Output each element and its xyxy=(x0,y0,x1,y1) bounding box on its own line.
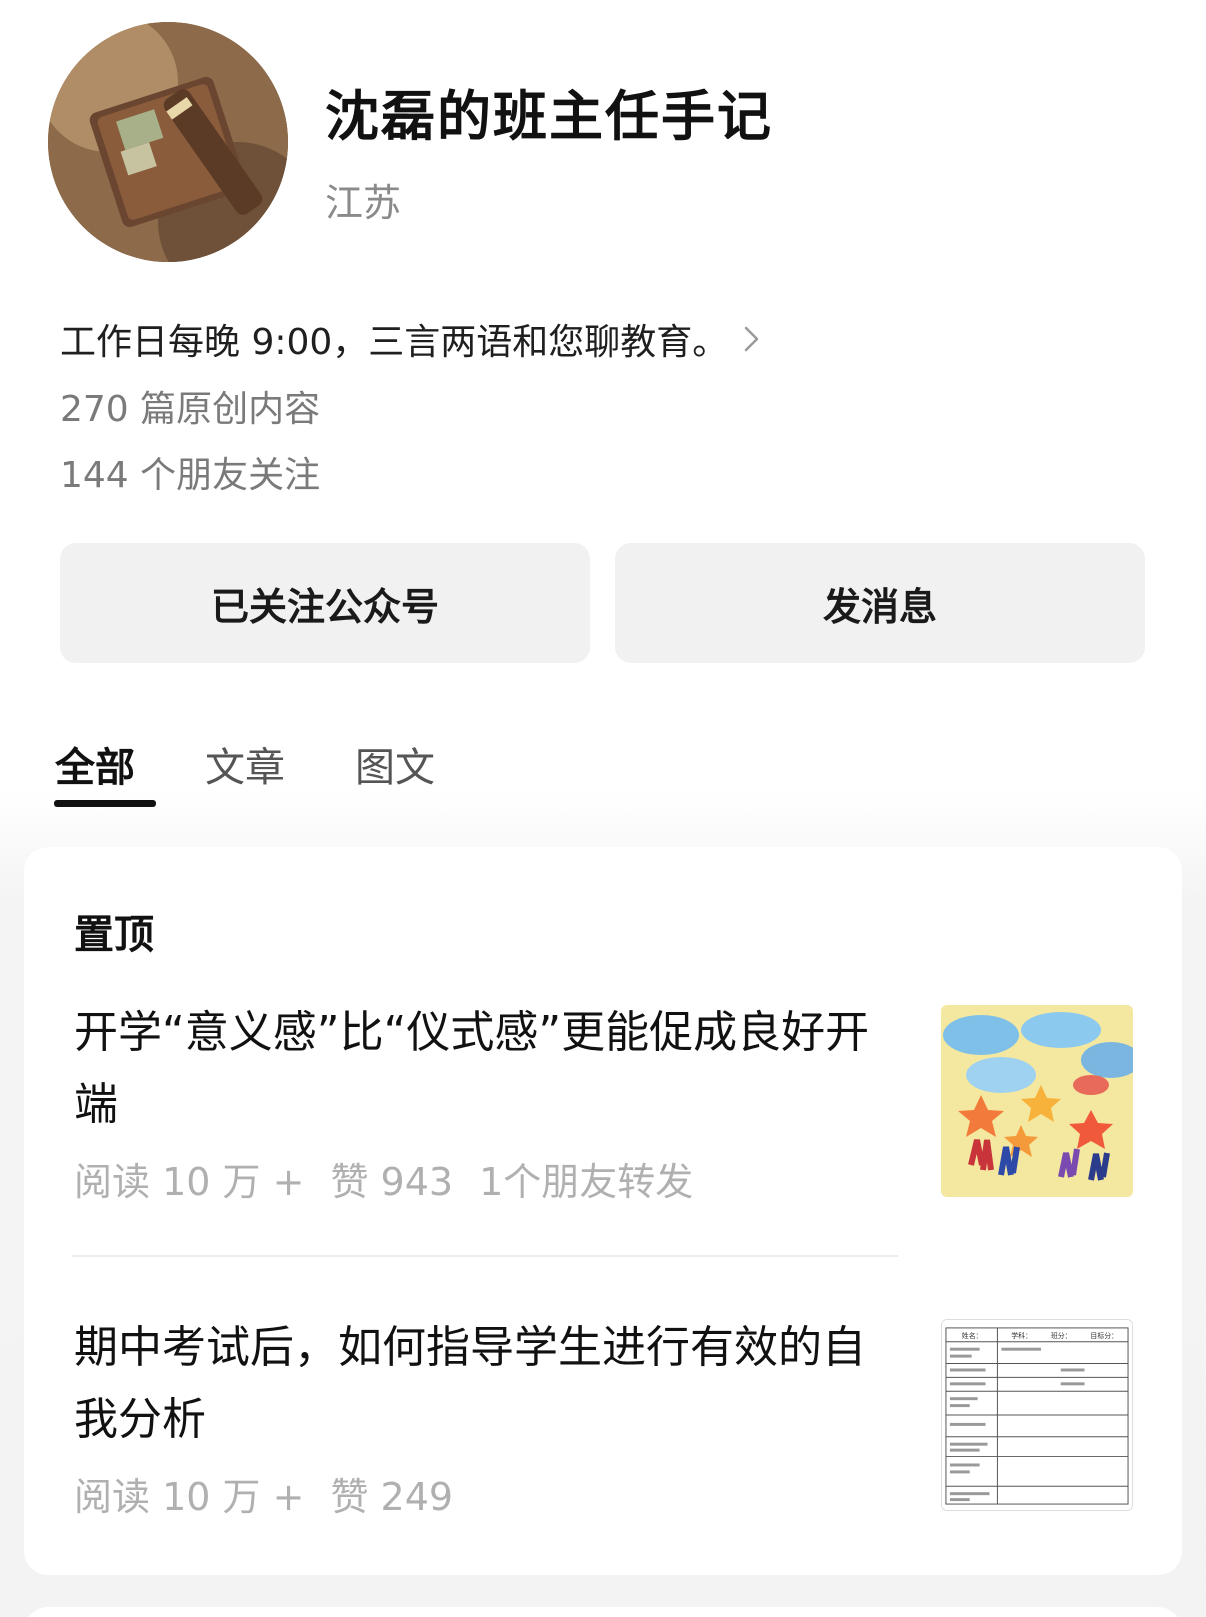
article-reads: 阅读 10 万 + xyxy=(74,1160,305,1204)
article-title[interactable]: 开学“意义感”比“仪式感”更能促成良好开端 xyxy=(74,997,894,1141)
follow-button[interactable]: 已关注公众号 xyxy=(60,543,590,663)
table-header-subject: 学科： xyxy=(1011,1331,1032,1340)
article-shares: 1个朋友转发 xyxy=(479,1160,694,1204)
article-thumbnail[interactable] xyxy=(941,1005,1133,1197)
intro-text: 工作日每晚 9:00，三言两语和您聊教育。 xyxy=(60,322,729,363)
tab-all[interactable]: 全部 xyxy=(55,735,135,793)
article-divider xyxy=(72,1255,898,1257)
tab-image-text[interactable]: 图文 xyxy=(355,735,435,793)
article-item[interactable]: 开学“意义感”比“仪式感”更能促成良好开端 阅读 10 万 + 赞 943 1个… xyxy=(74,997,894,1206)
tab-articles[interactable]: 文章 xyxy=(205,735,285,793)
article-thumbnail[interactable]: 姓名： 学科： 班分： 目标分： xyxy=(941,1319,1133,1511)
table-header-target: 目标分： xyxy=(1090,1331,1118,1340)
article-meta: 阅读 10 万 + 赞 249 xyxy=(74,1466,894,1521)
article-item[interactable]: 期中考试后，如何指导学生进行有效的自我分析 阅读 10 万 + 赞 249 xyxy=(74,1312,894,1521)
account-name: 沈磊的班主任手记 xyxy=(325,85,773,148)
table-header-name: 姓名： xyxy=(962,1331,983,1340)
account-region: 江苏 xyxy=(325,181,402,225)
article-feed-card: 置顶 开学“意义感”比“仪式感”更能促成良好开端 阅读 10 万 + 赞 943… xyxy=(24,847,1182,1575)
article-likes: 赞 249 xyxy=(330,1475,454,1519)
article-title[interactable]: 期中考试后，如何指导学生进行有效的自我分析 xyxy=(74,1312,894,1456)
pinned-label: 置顶 xyxy=(74,912,154,958)
account-avatar[interactable] xyxy=(48,22,288,262)
content-tabs: 全部 文章 图文 xyxy=(55,735,505,793)
active-tab-indicator xyxy=(54,800,156,807)
friends-following[interactable]: 144 个朋友关注 xyxy=(60,446,320,498)
article-meta: 阅读 10 万 + 赞 943 1个朋友转发 xyxy=(74,1151,894,1206)
table-header-score: 班分： xyxy=(1051,1331,1072,1340)
original-count: 270 篇原创内容 xyxy=(60,389,321,430)
account-intro[interactable]: 工作日每晚 9:00，三言两语和您聊教育。 xyxy=(60,313,762,365)
next-card-edge xyxy=(24,1607,1182,1617)
chevron-right-icon xyxy=(745,326,759,352)
article-likes: 赞 943 xyxy=(330,1160,454,1204)
article-reads: 阅读 10 万 + xyxy=(74,1475,305,1519)
send-message-button[interactable]: 发消息 xyxy=(615,543,1145,663)
